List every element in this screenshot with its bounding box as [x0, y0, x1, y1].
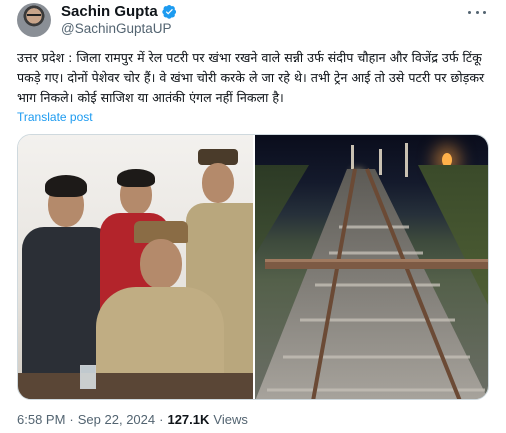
views-label: Views — [213, 412, 248, 427]
media-grid — [17, 134, 489, 400]
verified-badge-icon — [162, 4, 176, 19]
translate-post-link[interactable]: Translate post — [17, 110, 93, 124]
author-handle[interactable]: @SachinGuptaUP — [61, 21, 172, 36]
post-time[interactable]: 6:58 PM — [17, 412, 65, 427]
post-meta: 6:58 PM · Sep 22, 2024 · 127.1K Views — [17, 412, 248, 427]
views-count: 127.1K — [167, 412, 210, 427]
water-glass — [80, 365, 96, 389]
table — [18, 373, 253, 399]
tweet-card: Sachin Gupta @SachinGuptaUP उत्तर प्रदेश… — [0, 0, 506, 433]
author-name[interactable]: Sachin Gupta — [61, 3, 158, 20]
more-options-icon[interactable] — [468, 4, 486, 20]
author-name-row: Sachin Gupta — [61, 3, 177, 20]
avatar[interactable] — [17, 3, 51, 37]
meta-separator: · — [159, 412, 164, 427]
photo-railway-track[interactable] — [255, 135, 488, 399]
post-date[interactable]: Sep 22, 2024 — [78, 412, 155, 427]
meta-separator: · — [69, 412, 74, 427]
tweet-text: उत्तर प्रदेश : जिला रामपुर में रेल पटरी … — [17, 50, 485, 105]
photo-arrested-men[interactable] — [18, 135, 253, 399]
railway-track-drawing — [255, 168, 488, 399]
